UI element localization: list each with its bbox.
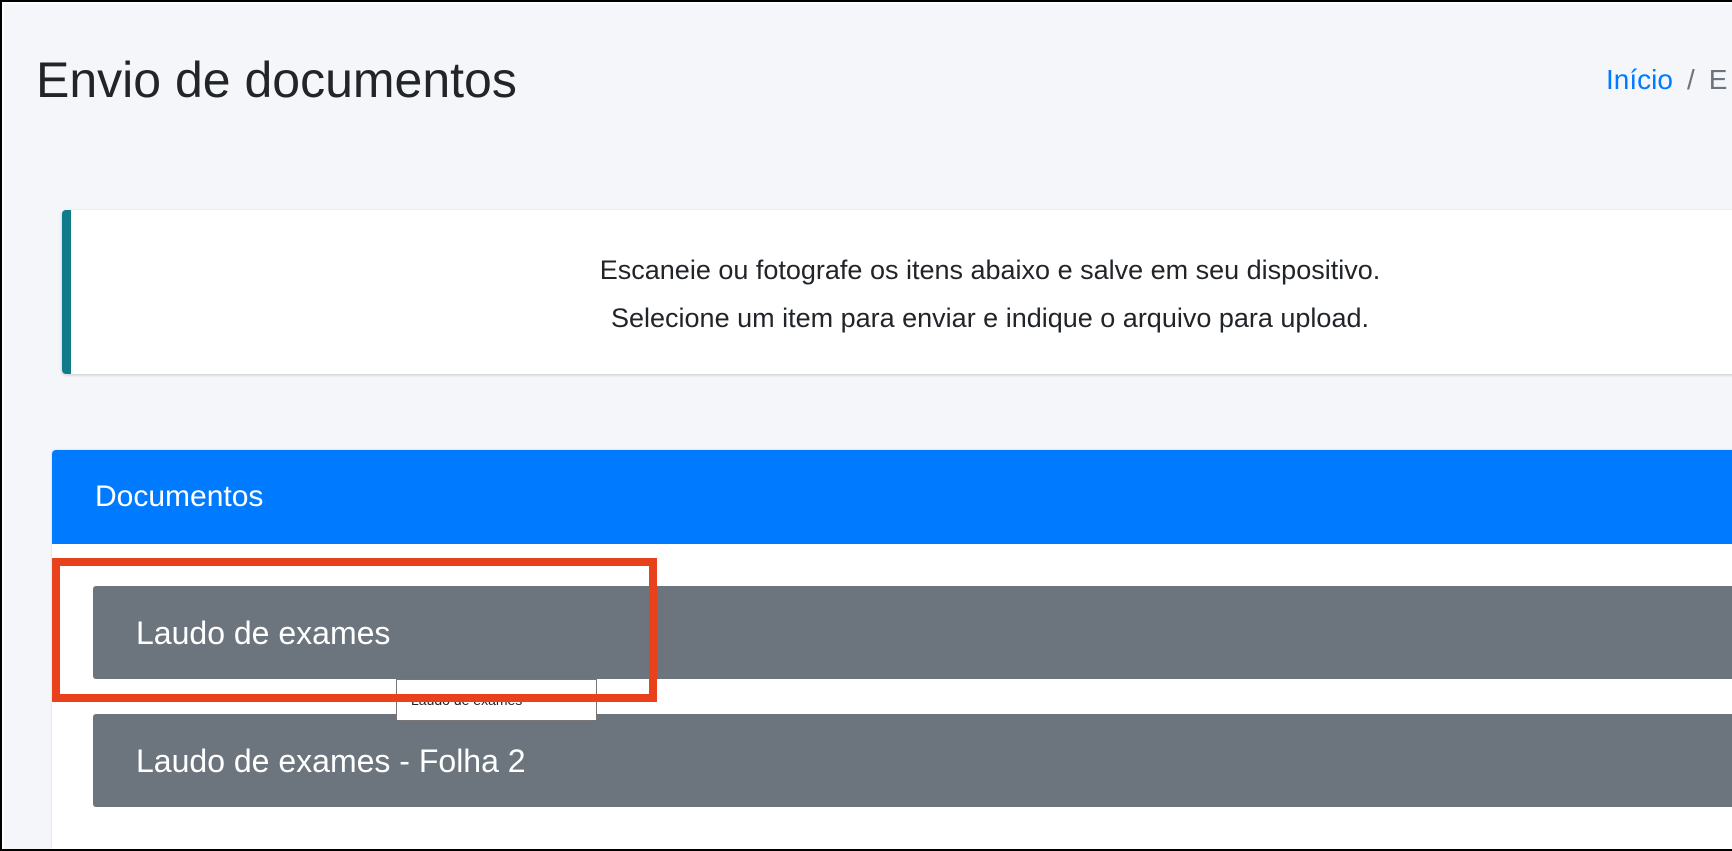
- document-item-label: Laudo de exames: [136, 615, 391, 651]
- callout-line-1: Escaneie ou fotografe os itens abaixo e …: [599, 255, 1381, 285]
- breadcrumb: Início / E: [1606, 62, 1727, 98]
- breadcrumb-current: E: [1708, 64, 1728, 95]
- documents-card-header: Documentos: [52, 450, 1732, 544]
- hover-tooltip: Laudo de exames: [396, 679, 597, 721]
- document-item-label: Laudo de exames - Folha 2: [136, 743, 526, 779]
- document-item-laudo-de-exames-folha-2[interactable]: Laudo de exames - Folha 2: [93, 714, 1732, 807]
- callout-line-2: Selecione um item para enviar e indique …: [611, 303, 1369, 333]
- instructions-callout: Escaneie ou fotografe os itens abaixo e …: [62, 210, 1732, 374]
- content-wrapper: Envio de documentos Início / E Escaneie ou…: [4, 4, 1732, 849]
- breadcrumb-separator: /: [1686, 64, 1695, 95]
- documents-card-title: Documentos: [95, 480, 264, 513]
- documents-card: Documentos Laudo de exames Laudo de exam…: [52, 450, 1732, 849]
- screenshot-frame: Envio de documentos Início / E Escaneie ou…: [0, 0, 1732, 851]
- page-title: Envio de documentos: [36, 52, 517, 108]
- breadcrumb-home-link[interactable]: Início: [1606, 64, 1673, 95]
- document-item-laudo-de-exames[interactable]: Laudo de exames: [93, 586, 1732, 679]
